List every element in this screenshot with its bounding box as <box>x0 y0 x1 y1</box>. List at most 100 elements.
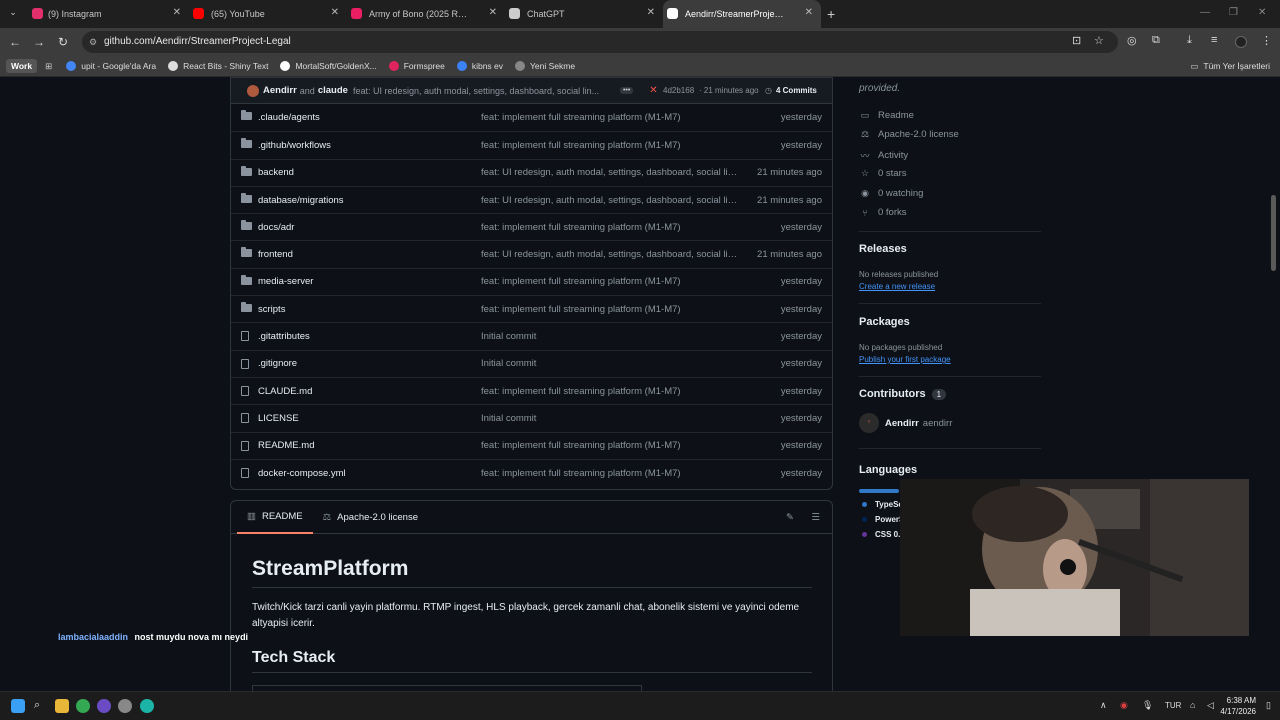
address-bar[interactable]: ⚙ github.com/Aendirr/StreamerProject-Leg… <box>82 31 1118 53</box>
tab-readme[interactable]: ▥ README <box>237 501 313 534</box>
install-app-icon[interactable]: ⊡ <box>1072 34 1081 47</box>
file-commit-message[interactable]: feat: implement full streaming platform … <box>481 140 739 151</box>
tab-close-icon[interactable]: ✕ <box>173 7 181 18</box>
file-name[interactable]: frontend <box>258 249 293 260</box>
downloads-icon[interactable]: ⤓ <box>1187 34 1192 47</box>
volume-icon[interactable]: ◁ <box>1207 700 1214 711</box>
file-name[interactable]: backend <box>258 167 294 178</box>
file-commit-message[interactable]: feat: implement full streaming platform … <box>481 276 739 287</box>
browser-tab[interactable]: (9) Instagram ✕ <box>0 0 189 28</box>
file-name[interactable]: .gitignore <box>258 358 297 369</box>
language-indicator[interactable]: TUR <box>1165 701 1181 710</box>
file-row[interactable]: docker-compose.yml feat: implement full s… <box>231 458 832 486</box>
file-row[interactable]: scripts feat: implement full streaming pl… <box>231 295 832 322</box>
extensions-icon[interactable]: ⧉ <box>1152 34 1160 47</box>
browser-tab[interactable]: Aendirr/StreamerProject-Legal ✕ <box>663 0 821 28</box>
tab-close-icon[interactable]: ✕ <box>647 7 655 18</box>
commit-author[interactable]: Aendirr <box>263 85 297 96</box>
browser-tab[interactable]: Army of Bono (2025 Remaster) ✕ <box>347 0 505 28</box>
file-commit-message[interactable]: feat: implement full streaming platform … <box>481 222 739 233</box>
file-name[interactable]: CLAUDE.md <box>258 386 312 397</box>
file-commit-message[interactable]: feat: implement full streaming platform … <box>481 440 739 451</box>
network-icon[interactable]: ⌂ <box>1190 700 1195 710</box>
camera-icon[interactable]: ◎ <box>1127 34 1137 47</box>
file-name[interactable]: database/migrations <box>258 195 344 206</box>
chrome-icon[interactable] <box>76 699 90 713</box>
file-commit-message[interactable]: feat: UI redesign, auth modal, settings,… <box>481 195 739 206</box>
language-item[interactable]: TypeSc <box>859 500 903 509</box>
edge-icon[interactable] <box>140 699 154 713</box>
profile-avatar[interactable] <box>1235 36 1247 48</box>
file-name[interactable]: .gitattributes <box>258 331 310 342</box>
file-name[interactable]: docker-compose.yml <box>258 468 346 479</box>
forward-icon[interactable]: → <box>27 35 51 49</box>
site-info-icon[interactable]: ⚙ <box>89 31 97 53</box>
search-icon[interactable]: ⌕ <box>34 699 48 713</box>
microphone-icon[interactable]: 🎙 <box>1142 700 1153 711</box>
file-commit-message[interactable]: Initial commit <box>481 413 739 424</box>
file-commit-message[interactable]: feat: implement full streaming platform … <box>481 386 739 397</box>
file-commit-message[interactable]: feat: implement full streaming platform … <box>481 112 739 123</box>
minimize-icon[interactable]: — <box>1200 7 1210 18</box>
commit-coauthor[interactable]: claude <box>318 85 348 96</box>
menu-icon[interactable]: ⋮ <box>1261 34 1272 47</box>
sidebar-meta-item[interactable]: ▭ Readme <box>859 110 914 121</box>
file-commit-message[interactable]: feat: UI redesign, auth modal, settings,… <box>481 167 739 178</box>
file-commit-message[interactable]: feat: UI redesign, auth modal, settings,… <box>481 249 739 260</box>
file-name[interactable]: .github/workflows <box>258 140 331 151</box>
file-row[interactable]: frontend feat: UI redesign, auth modal, s… <box>231 240 832 267</box>
contributor-item[interactable]: ♆ Aendirr aendirr <box>859 413 952 433</box>
tab-license[interactable]: ⚖ Apache-2.0 license <box>313 501 428 534</box>
file-row[interactable]: README.md feat: implement full streaming … <box>231 431 832 459</box>
media-control-icon[interactable]: ≡ <box>1211 34 1217 46</box>
windows-start-icon[interactable] <box>11 699 25 713</box>
bookmark-item[interactable]: upit - Google'da Ara <box>66 61 156 71</box>
bookmark-item[interactable]: kibns ev <box>456 61 503 71</box>
work-profile-button[interactable]: Work <box>6 59 38 73</box>
file-row[interactable]: media-server feat: implement full streami… <box>231 267 832 295</box>
edit-pencil-icon[interactable]: ✎ <box>786 512 794 523</box>
file-commit-message[interactable]: Initial commit <box>481 358 739 369</box>
packages-heading[interactable]: Packages <box>859 316 910 328</box>
file-row[interactable]: .claude/agents feat: implement full strea… <box>231 104 832 131</box>
releases-heading[interactable]: Releases <box>859 243 907 255</box>
tab-close-icon[interactable]: ✕ <box>489 7 497 18</box>
maximize-icon[interactable]: ❐ <box>1229 7 1238 18</box>
file-row[interactable]: LICENSE Initial commit yesterday <box>231 404 832 431</box>
file-row[interactable]: backend feat: UI redesign, auth modal, se… <box>231 158 832 186</box>
file-commit-message[interactable]: Initial commit <box>481 331 739 342</box>
expand-commit-button[interactable]: ••• <box>619 87 634 94</box>
tab-close-icon[interactable]: ✕ <box>331 7 339 18</box>
file-row[interactable]: .github/workflows feat: implement full st… <box>231 131 832 158</box>
file-name[interactable]: scripts <box>258 304 285 315</box>
tray-app-icon[interactable]: ◉ <box>1120 700 1128 711</box>
file-row[interactable]: .gitattributes Initial commit yesterday <box>231 322 832 349</box>
close-window-icon[interactable]: ✕ <box>1258 7 1266 18</box>
browser-tab[interactable]: ChatGPT ✕ <box>505 0 663 28</box>
file-row[interactable]: database/migrations feat: UI redesign, au… <box>231 185 832 213</box>
apps-grid-icon[interactable]: ⊞ <box>45 61 52 72</box>
file-row[interactable]: docs/adr feat: implement full streaming p… <box>231 213 832 240</box>
file-name[interactable]: .claude/agents <box>258 112 320 123</box>
file-row[interactable]: CLAUDE.md feat: implement full streaming … <box>231 376 832 404</box>
obs-icon[interactable] <box>97 699 111 713</box>
all-bookmarks-folder[interactable]: ▭ Tüm Yer İşaretleri <box>1190 61 1270 72</box>
file-commit-message[interactable]: feat: implement full streaming platform … <box>481 468 739 479</box>
language-item[interactable]: CSS 0.2 <box>859 530 905 539</box>
bookmark-item[interactable]: Yeni Sekme <box>515 61 575 71</box>
file-explorer-icon[interactable] <box>55 699 69 713</box>
settings-icon[interactable] <box>118 699 132 713</box>
browser-tab[interactable]: (65) YouTube ✕ <box>189 0 347 28</box>
check-failed-icon[interactable]: ✕ <box>649 85 657 96</box>
bookmark-item[interactable]: React Bits - Shiny Text <box>168 61 268 71</box>
show-hidden-icon[interactable]: ∧ <box>1100 700 1107 711</box>
back-icon[interactable]: ← <box>3 35 27 49</box>
reload-icon[interactable]: ↻ <box>51 35 75 49</box>
bookmark-item[interactable]: MortalSoft/GoldenX... <box>280 61 377 71</box>
file-row[interactable]: .gitignore Initial commit yesterday <box>231 349 832 377</box>
new-tab-button[interactable]: + <box>827 6 835 22</box>
outline-list-icon[interactable]: ☰ <box>811 512 820 523</box>
create-release-link[interactable]: Create a new release <box>859 282 935 291</box>
contributors-heading[interactable]: Contributors 1 <box>859 388 947 400</box>
scrollbar[interactable] <box>1271 195 1276 271</box>
